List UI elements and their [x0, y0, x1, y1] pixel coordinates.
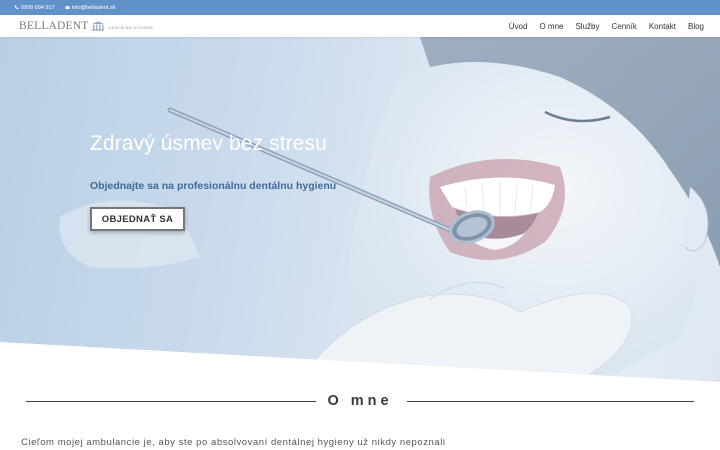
nav-item-sluzby[interactable]: Služby	[575, 22, 599, 31]
main-nav: Úvod O mne Služby Cenník Kontakt Blog	[509, 22, 704, 31]
top-info-bar: 0908 684 917 info@belladent.sk	[0, 0, 720, 15]
logo-building-icon	[91, 21, 104, 31]
phone-icon	[14, 5, 19, 10]
about-title: O mne	[319, 393, 401, 409]
divider-right	[407, 401, 694, 402]
hero-subtitle: Objednajte sa na profesionálnu dentálnu …	[90, 180, 337, 192]
envelope-icon	[65, 5, 70, 9]
nav-item-kontakt[interactable]: Kontakt	[649, 22, 676, 31]
nav-item-blog[interactable]: Blog	[688, 22, 704, 31]
nav-item-uvod[interactable]: Úvod	[509, 22, 528, 31]
phone-contact[interactable]: 0908 684 917	[14, 5, 55, 11]
phone-number: 0908 684 917	[21, 4, 55, 11]
nav-item-cennik[interactable]: Cenník	[611, 22, 636, 31]
logo-name: BELLADENT	[19, 20, 89, 32]
about-intro-text: Cieľom mojej ambulancie je, aby ste po a…	[21, 437, 446, 448]
hero-section: Zdravý úsmev bez stresu Objednajte sa na…	[0, 37, 720, 382]
logo-tagline: DENTÁLNA HYGIENA	[108, 25, 154, 30]
email-address: info@belladent.sk	[71, 4, 116, 11]
email-contact[interactable]: info@belladent.sk	[65, 4, 116, 11]
about-heading: O mne	[0, 390, 720, 412]
logo[interactable]: BELLADENT DENTÁLNA HYGIENA	[19, 20, 153, 32]
divider-left	[26, 401, 316, 402]
hero-title: Zdravý úsmev bez stresu	[90, 132, 327, 155]
nav-item-o-mne[interactable]: O mne	[539, 22, 563, 31]
book-appointment-button[interactable]: OBJEDNAŤ SA	[90, 207, 185, 231]
site-header: BELLADENT DENTÁLNA HYGIENA Úvod O mne Sl…	[0, 15, 720, 37]
